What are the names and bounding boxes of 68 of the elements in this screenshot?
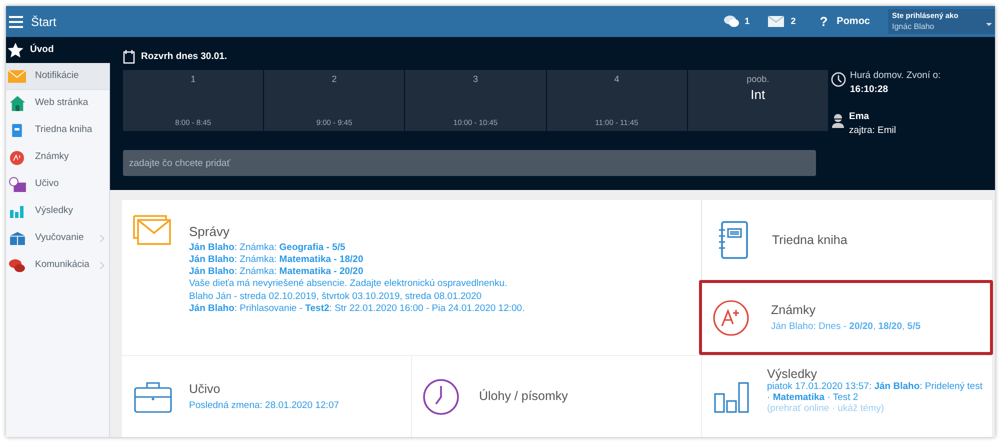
bell-text: Hurá domov. Zvoní o:	[850, 69, 941, 83]
help-icon: ?	[820, 12, 828, 32]
message-line[interactable]: Vaše dieťa má nevyriešené absencie. Zadajte elektronickú ospravedlnenku.	[189, 278, 525, 291]
name-day-tomorrow: zajtra: Emil	[849, 124, 896, 138]
mail-icon	[8, 70, 26, 82]
schedule-title: Rozvrh dnes 30.01.	[141, 50, 228, 64]
lessons-tile[interactable]: Učivo Posledná zmena: 28.01.2020 12:07	[122, 356, 411, 437]
tile-title: Známky	[771, 302, 816, 319]
envelopes-icon	[133, 215, 171, 245]
home-label: Úvod	[30, 42, 54, 57]
tasks-tile[interactable]: Úlohy / písomky	[412, 356, 701, 437]
notebook-icon	[718, 221, 748, 259]
user-name: Ignác Blaho	[892, 21, 934, 32]
person-icon	[831, 112, 845, 128]
chat-icon[interactable]	[724, 15, 739, 28]
tile-title: Výsledky	[767, 367, 818, 381]
grades-tile[interactable]: Známky Ján Blaho: Dnes - 20/20, 18/20, 5/5	[699, 280, 993, 355]
briefcase-icon	[134, 380, 172, 412]
period-number: 4	[614, 73, 620, 86]
mail-icon[interactable]	[768, 16, 784, 27]
mail-count: 2	[790, 14, 796, 28]
subject-label: Int	[750, 86, 766, 102]
bar-chart-icon	[10, 206, 24, 218]
name-day: Ema	[849, 110, 896, 124]
page-title: Štart	[31, 14, 56, 30]
house-icon	[8, 95, 26, 112]
sidebar-item[interactable]: Známky	[6, 144, 109, 171]
message-line[interactable]: Ján Blaho: Prihlasovanie - Test2: Str 22.01.2020 16:00 - Pia 24.01.2020 12:00.	[189, 302, 525, 316]
sidebar-item[interactable]: Výsledky	[6, 198, 109, 225]
period-number: poob.	[746, 73, 770, 86]
grade-icon	[10, 150, 24, 164]
tile-title: Správy	[189, 223, 230, 241]
class-book-tile[interactable]: Triedna kniha	[702, 200, 992, 280]
sidebar-item[interactable]: Web stránka	[6, 90, 109, 117]
tile-title: Učivo	[189, 381, 222, 398]
sidebar-item[interactable]: Komunikácia	[6, 252, 109, 279]
help-link[interactable]: Pomoc	[836, 14, 870, 29]
sidebar-item[interactable]: Notifikácie	[6, 63, 109, 90]
message-line[interactable]: Ján Blaho: Známka: Geografia - 5/5	[189, 242, 525, 254]
messages-tile[interactable]	[122, 200, 702, 355]
add-input-field[interactable]: zadajte čo chcete pridať	[123, 150, 816, 176]
message-line[interactable]: Ján Blaho: Známka: Matematika - 20/20	[189, 266, 525, 278]
lessons-detail: Posledná zmena: 28.01.2020 12:07	[189, 398, 340, 413]
tile-title: Úlohy / písomky	[479, 388, 568, 406]
grades-detail: Ján Blaho: Dnes - 20/20, 18/20, 5/5	[771, 320, 920, 334]
results-tile[interactable]: Výsledky piatok 17.01.2020 13:57: Ján Blaho: Pridelený test · Matematika · Test 2 (prehrať online · ukáž témy)	[702, 356, 992, 437]
period-number: 1	[190, 73, 196, 86]
results-detail: piatok 17.01.2020 13:57: Ján Blaho: Pridelený test · Matematika · Test 2	[767, 381, 984, 403]
bar-chart-icon	[714, 381, 750, 413]
message-line[interactable]: Blaho Ján - streda 02.10.2019, štvrtok 03.10.2019, streda 08.01.2020	[189, 290, 525, 303]
grade-icon	[712, 298, 750, 336]
chat-count: 1	[744, 14, 750, 28]
sidebar-item[interactable]: Vyučovanie	[6, 225, 109, 252]
home-item[interactable]: Úvod	[6, 37, 110, 63]
bell-time: 16:10:28	[850, 83, 890, 98]
calendar-icon	[123, 50, 135, 64]
period-number: 2	[332, 73, 337, 86]
sidebar-item[interactable]: Učivo	[6, 171, 109, 198]
sidebar-item[interactable]: Triedna kniha	[6, 117, 109, 144]
menu-icon[interactable]	[9, 16, 23, 28]
star-icon	[7, 42, 24, 58]
period-number: 3	[473, 73, 478, 86]
schedule-cell[interactable]: poob. Int	[688, 70, 828, 131]
message-line[interactable]: Ján Blaho: Známka: Matematika - 18/20	[189, 254, 525, 266]
chat-icon	[9, 258, 25, 273]
caret-icon	[986, 23, 992, 26]
tile-title: Triedna kniha	[772, 232, 848, 249]
book-icon	[12, 124, 22, 137]
